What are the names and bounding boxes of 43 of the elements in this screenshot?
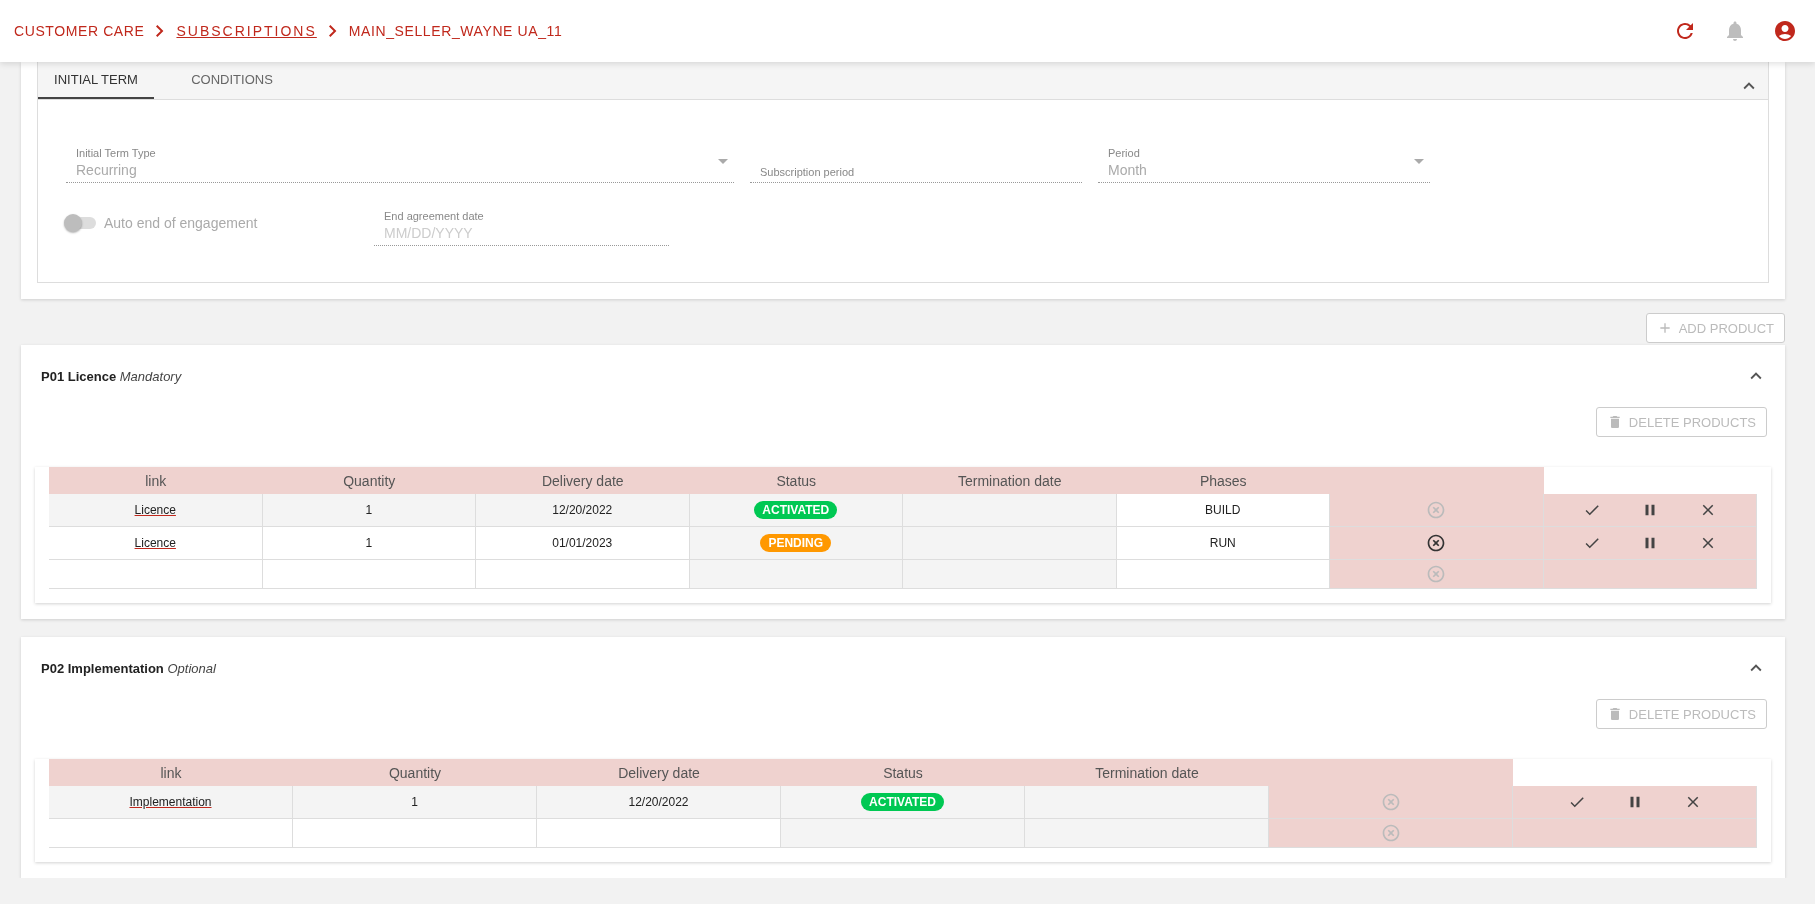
quantity-text: 1 (365, 536, 373, 550)
column-header: Quantity (293, 759, 537, 786)
column-header: Termination date (903, 467, 1117, 494)
column-header: Status (781, 759, 1025, 786)
input-field[interactable]: Subscription period (750, 146, 1082, 183)
column-header: Status (689, 467, 903, 494)
product-link[interactable]: Implementation (129, 795, 212, 809)
breadcrumb-text: MAIN_SELLER_WAYNE UA_11 (348, 23, 563, 39)
column-header: link (49, 759, 293, 786)
dropdown-arrow-icon (718, 159, 728, 164)
column-header: Phases (1116, 467, 1330, 494)
product-title: P01 Licence Mandatory (41, 368, 182, 384)
phase-text: RUN (1209, 536, 1236, 550)
cancel-icon[interactable] (1426, 533, 1447, 553)
delivery-date-text: 12/20/2022 (552, 503, 613, 517)
delivery-date-text: 12/20/2022 (628, 795, 689, 809)
quantity-text: 1 (365, 503, 373, 517)
status-badge: PENDING (760, 534, 832, 552)
product-link[interactable]: Licence (134, 536, 176, 550)
tab[interactable]: INITIAL TERM (38, 62, 154, 99)
phase-text: BUILD (1205, 503, 1241, 517)
select-field[interactable]: Initial Term Type Recurring (66, 146, 734, 183)
column-header: Delivery date (537, 759, 781, 786)
account-icon[interactable] (1773, 19, 1797, 43)
column-header: link (49, 467, 263, 494)
dropdown-arrow-icon (1414, 159, 1424, 164)
product-link[interactable]: Licence (134, 503, 176, 517)
delivery-date-text: 01/01/2023 (552, 536, 613, 550)
tab[interactable]: CONDITIONS (174, 62, 290, 99)
breadcrumb-link[interactable]: SUBSCRIPTIONS (176, 23, 317, 39)
quantity-text: 1 (411, 795, 418, 809)
column-header: Delivery date (476, 467, 690, 494)
status-badge: ACTIVATED (754, 501, 838, 519)
toggle-label: Auto end of engagement (104, 215, 258, 231)
breadcrumb-text: CUSTOMER CARE (14, 23, 145, 39)
chevron-right-icon (156, 25, 165, 37)
select-field[interactable]: Period Month (1098, 146, 1430, 183)
column-header: Termination date (1025, 759, 1269, 786)
column-header: Quantity (262, 467, 476, 494)
toggle-switch[interactable] (66, 217, 96, 229)
chevron-right-icon (328, 25, 337, 37)
product-title: P02 Implementation Optional (41, 660, 216, 676)
status-badge: ACTIVATED (861, 793, 944, 811)
